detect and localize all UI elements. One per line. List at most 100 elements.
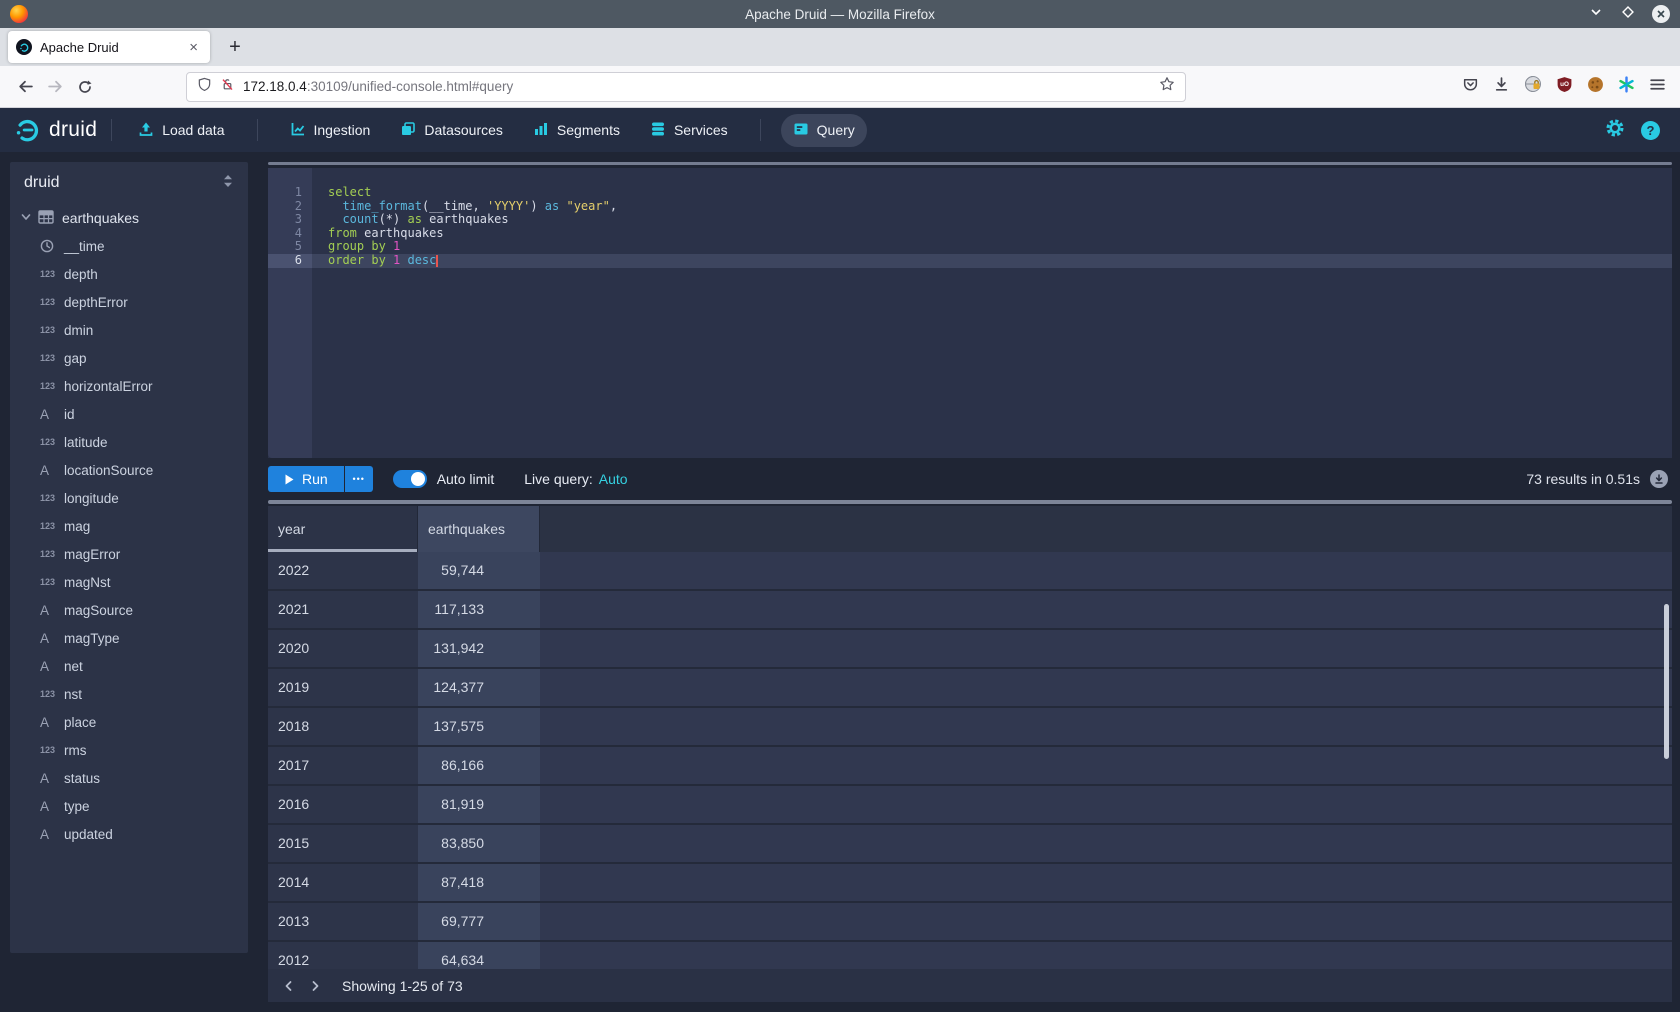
code-line-1[interactable]: select [312, 186, 1672, 200]
lock-broken-icon[interactable] [220, 77, 235, 97]
new-tab-button[interactable]: + [220, 32, 250, 62]
prev-page-icon[interactable] [276, 973, 302, 999]
forward-icon[interactable] [40, 72, 70, 102]
help-icon[interactable]: ? [1641, 121, 1660, 140]
sidebar-column-longitude[interactable]: 123longitude [10, 484, 248, 512]
cell-earthquakes[interactable]: 86,166 [418, 747, 540, 786]
cell-year[interactable]: 2013 [268, 903, 418, 942]
sidebar-column-magError[interactable]: 123magError [10, 540, 248, 568]
maximize-icon[interactable] [1620, 4, 1636, 25]
nav-item-services[interactable]: Services [638, 114, 740, 147]
code-line-6[interactable]: order by 1 desc [312, 254, 1672, 268]
sidebar-column-depthError[interactable]: 123depthError [10, 288, 248, 316]
sidebar-column-locationSource[interactable]: AlocationSource [10, 456, 248, 484]
sql-editor[interactable]: 123456 select time_format(__time, 'YYYY'… [268, 168, 1672, 458]
sidebar-column-latitude[interactable]: 123latitude [10, 428, 248, 456]
cell-earthquakes[interactable]: 117,133 [418, 591, 540, 630]
cell-year[interactable]: 2015 [268, 825, 418, 864]
tab-close-icon[interactable]: × [185, 39, 202, 56]
table-row: 201487,418 [268, 864, 1672, 903]
sidebar-column-status[interactable]: Astatus [10, 764, 248, 792]
druid-logo[interactable]: druid [14, 116, 97, 144]
string-type-icon: A [40, 659, 60, 674]
run-button[interactable]: Run [268, 466, 344, 492]
vertical-scrollbar-thumb[interactable] [1664, 604, 1669, 759]
sidebar-column-magSource[interactable]: AmagSource [10, 596, 248, 624]
cell-earthquakes[interactable]: 124,377 [418, 669, 540, 708]
sidebar-column-mag[interactable]: 123mag [10, 512, 248, 540]
cell-earthquakes[interactable]: 137,575 [418, 708, 540, 747]
schema-selector[interactable]: druid [10, 162, 248, 204]
cell-year[interactable]: 2017 [268, 747, 418, 786]
sidebar-column-place[interactable]: Aplace [10, 708, 248, 736]
results-body: 202259,7442021117,1332020131,9422019124,… [268, 552, 1672, 981]
chevron-down-icon[interactable] [20, 210, 32, 226]
sidebar-table-earthquakes[interactable]: earthquakes [10, 204, 248, 232]
sidebar-column-net[interactable]: Anet [10, 652, 248, 680]
sidebar-column-horizontalError[interactable]: 123horizontalError [10, 372, 248, 400]
hamburger-menu-icon[interactable] [1649, 76, 1666, 98]
cell-year[interactable]: 2022 [268, 552, 418, 591]
url-bar[interactable]: 172.18.0.4:30109/unified-console.html#qu… [186, 72, 1186, 102]
editor-code[interactable]: select time_format(__time, 'YYYY') as "y… [312, 168, 1672, 458]
column-header-year[interactable]: year [268, 506, 418, 552]
auto-limit-toggle[interactable] [393, 470, 427, 488]
row-filler [540, 903, 1672, 942]
downloads-icon[interactable] [1493, 76, 1510, 98]
ublock-icon[interactable]: uO [1556, 76, 1573, 98]
nav-item-query[interactable]: Query [781, 114, 867, 147]
sidebar-column-depth[interactable]: 123depth [10, 260, 248, 288]
results-splitter[interactable] [268, 500, 1672, 504]
cell-year[interactable]: 2018 [268, 708, 418, 747]
nav-item-segments[interactable]: Segments [521, 114, 632, 147]
cell-earthquakes[interactable]: 83,850 [418, 825, 540, 864]
gear-icon[interactable] [1605, 118, 1625, 143]
cell-year[interactable]: 2020 [268, 630, 418, 669]
code-line-3[interactable]: count(*) as earthquakes [312, 213, 1672, 227]
sidebar-column-nst[interactable]: 123nst [10, 680, 248, 708]
colorful-asterisk-extension-icon[interactable] [1618, 76, 1635, 98]
code-line-5[interactable]: group by 1 [312, 240, 1672, 254]
code-line-4[interactable]: from earthquakes [312, 227, 1672, 241]
double-caret-icon[interactable] [222, 174, 234, 193]
cell-earthquakes[interactable]: 59,744 [418, 552, 540, 591]
cell-earthquakes[interactable]: 81,919 [418, 786, 540, 825]
cell-year[interactable]: 2014 [268, 864, 418, 903]
sidebar-column-id[interactable]: Aid [10, 400, 248, 428]
next-page-icon[interactable] [302, 973, 328, 999]
cell-year[interactable]: 2021 [268, 591, 418, 630]
cell-year[interactable]: 2019 [268, 669, 418, 708]
cell-earthquakes[interactable]: 69,777 [418, 903, 540, 942]
live-query-value[interactable]: Auto [599, 471, 628, 487]
run-more-button[interactable]: ••• [345, 466, 373, 492]
sidebar-column-type[interactable]: Atype [10, 792, 248, 820]
sidebar-column-magType[interactable]: AmagType [10, 624, 248, 652]
nav-item-load-data[interactable]: Load data [126, 114, 236, 147]
cookie-extension-icon[interactable] [1587, 76, 1604, 98]
container-extension-icon[interactable] [1524, 75, 1542, 98]
close-icon[interactable] [1652, 5, 1670, 23]
reload-icon[interactable] [70, 72, 100, 102]
nav-item-ingestion[interactable]: Ingestion [278, 114, 383, 147]
download-results-icon[interactable] [1650, 470, 1668, 488]
back-icon[interactable] [10, 72, 40, 102]
sidebar-column-__time[interactable]: __time [10, 232, 248, 260]
bookmark-star-icon[interactable] [1159, 76, 1175, 97]
sidebar-column-magNst[interactable]: 123magNst [10, 568, 248, 596]
cell-earthquakes[interactable]: 131,942 [418, 630, 540, 669]
editor-top-scrollbar[interactable] [268, 162, 1672, 165]
sidebar-column-updated[interactable]: Aupdated [10, 820, 248, 848]
cell-year[interactable]: 2016 [268, 786, 418, 825]
column-header-earthquakes[interactable]: earthquakes [418, 506, 540, 552]
sidebar-column-rms[interactable]: 123rms [10, 736, 248, 764]
minimize-icon[interactable] [1588, 4, 1604, 25]
sidebar-column-gap[interactable]: 123gap [10, 344, 248, 372]
shield-icon[interactable] [197, 77, 212, 97]
code-line-2[interactable]: time_format(__time, 'YYYY') as "year", [312, 200, 1672, 214]
cell-earthquakes[interactable]: 87,418 [418, 864, 540, 903]
nav-item-datasources[interactable]: Datasources [388, 114, 515, 147]
pocket-icon[interactable] [1462, 76, 1479, 98]
tab-apache-druid[interactable]: Apache Druid × [8, 31, 210, 63]
url-text[interactable]: 172.18.0.4:30109/unified-console.html#qu… [243, 79, 1151, 94]
sidebar-column-dmin[interactable]: 123dmin [10, 316, 248, 344]
